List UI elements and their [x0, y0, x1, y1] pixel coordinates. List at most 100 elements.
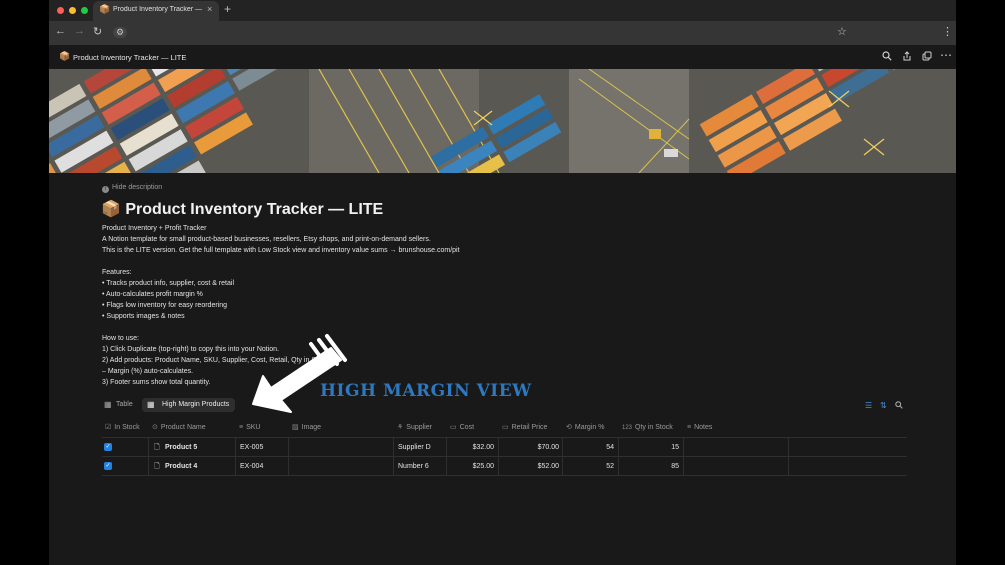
column-label: Qty in Stock: [635, 424, 673, 431]
description-line: Product Inventory + Profit Tracker: [102, 225, 207, 232]
sku-cell[interactable]: EX-005: [240, 438, 263, 457]
tab-bar: 📦 Product Inventory Tracker — ... × +: [49, 0, 956, 21]
info-icon: i: [102, 186, 109, 193]
hide-description-label: Hide description: [112, 184, 163, 191]
forward-icon[interactable]: →: [74, 25, 85, 37]
share-icon[interactable]: [902, 51, 912, 64]
margin-cell[interactable]: 52: [566, 457, 614, 476]
search-icon[interactable]: [895, 401, 903, 411]
description-line: This is the LITE version. Get the full t…: [102, 247, 460, 254]
tab-table-view[interactable]: ▦ Table: [102, 398, 133, 412]
supplier-icon: ⚘: [397, 424, 404, 431]
table-row[interactable]: ✓ 🗋 Product 5 EX-005 Supplier D $32.00 $…: [102, 438, 907, 457]
reload-icon[interactable]: ↻: [93, 25, 102, 38]
view-label: Table: [116, 401, 133, 408]
column-label: Cost: [459, 424, 475, 431]
page-title-text[interactable]: Product Inventory Tracker — LITE: [125, 201, 383, 218]
column-header-supplier[interactable]: ⚘ Supplier: [394, 419, 432, 437]
column-label: Product Name: [160, 424, 206, 431]
column-header-product-name[interactable]: ⊙ Product Name: [149, 419, 206, 437]
column-label: Image: [301, 424, 322, 431]
column-label: SKU: [246, 424, 261, 431]
package-icon[interactable]: 📦: [101, 201, 121, 218]
cost-cell[interactable]: $32.00: [450, 438, 494, 457]
column-header-margin[interactable]: ⟲ Margin %: [563, 419, 604, 437]
image-icon: ▨: [292, 424, 299, 431]
package-icon: 📦: [99, 4, 111, 14]
site-info-icon[interactable]: ⚙: [113, 27, 128, 38]
column-header-notes[interactable]: ≡ Notes: [684, 419, 712, 437]
table-row[interactable]: ✓ 🗋 Product 4 EX-004 Number 6 $25.00 $52…: [102, 457, 907, 476]
sku-cell[interactable]: EX-004: [240, 457, 263, 476]
margin-cell[interactable]: 54: [566, 438, 614, 457]
cover-image: [49, 69, 956, 173]
qty-cell[interactable]: 15: [622, 438, 679, 457]
number-icon: ▭: [502, 424, 509, 431]
bookmark-star-icon[interactable]: ☆: [837, 25, 847, 38]
maximize-window-button[interactable]: [81, 7, 88, 14]
supplier-cell[interactable]: Supplier D: [398, 438, 431, 457]
column-header-qty-in-stock[interactable]: 123 Qty in Stock: [619, 419, 673, 437]
filter-icon[interactable]: ☰: [865, 401, 872, 410]
browser-menu-icon[interactable]: ⋮: [942, 25, 953, 38]
page-title[interactable]: 📦 Product Inventory Tracker — LITE: [101, 199, 383, 219]
description-line: • Auto-calculates profit margin %: [102, 291, 203, 298]
retail-price-cell[interactable]: $52.00: [502, 457, 559, 476]
table-icon: ▦: [147, 400, 155, 409]
number-type-icon: 123: [622, 425, 633, 431]
close-window-button[interactable]: [57, 7, 64, 14]
column-label: Retail Price: [511, 424, 548, 431]
column-header-cost[interactable]: ▭ Cost: [447, 419, 474, 437]
description-line: • Supports images & notes: [102, 313, 185, 320]
column-header-image[interactable]: ▨ Image: [289, 419, 321, 437]
product-name-cell[interactable]: Product 4: [165, 457, 197, 476]
new-tab-button[interactable]: +: [224, 2, 231, 16]
retail-price-cell[interactable]: $70.00: [502, 438, 559, 457]
back-icon[interactable]: ←: [55, 25, 66, 37]
sort-icon[interactable]: ⇅: [880, 401, 887, 410]
text-icon: ≡: [687, 424, 692, 431]
supplier-cell[interactable]: Number 6: [398, 457, 429, 476]
view-label: High Margin Products: [162, 401, 230, 408]
browser-window: 📦 Product Inventory Tracker — ... × + ← …: [49, 0, 956, 565]
close-tab-icon[interactable]: ×: [207, 4, 212, 14]
number-icon: ▭: [450, 424, 457, 431]
description-line: A Notion template for small product-base…: [102, 236, 431, 243]
in-stock-checkbox[interactable]: ✓: [104, 462, 112, 470]
navigation-bar: ← → ↻ ⚙ ☆ ⋮: [49, 21, 956, 45]
hide-description-button[interactable]: i Hide description: [102, 184, 162, 193]
tab-title: Product Inventory Tracker — ...: [113, 6, 203, 13]
qty-cell[interactable]: 85: [622, 457, 679, 476]
description-line: Features:: [102, 269, 132, 276]
package-icon: 📦: [59, 51, 71, 61]
cost-cell[interactable]: $25.00: [450, 457, 494, 476]
search-icon[interactable]: [882, 51, 892, 64]
description-line: [102, 256, 602, 267]
column-label: In Stock: [114, 424, 140, 431]
page-icon: 🗋: [154, 463, 160, 470]
column-label: Margin %: [574, 424, 605, 431]
product-name-cell[interactable]: Product 5: [165, 438, 197, 457]
shipping-containers-image: [49, 69, 956, 173]
column-label: Notes: [694, 424, 713, 431]
description-line: • Flags low inventory for easy reorderin…: [102, 302, 228, 309]
text-icon: ≡: [239, 424, 244, 431]
breadcrumb-title[interactable]: Product Inventory Tracker — LITE: [73, 53, 186, 62]
overlay-headline: HIGH MARGIN VIEW: [320, 381, 532, 401]
page-icon: 🗋: [154, 444, 160, 451]
checkbox-icon: ☑: [105, 424, 112, 431]
browser-tab[interactable]: 📦 Product Inventory Tracker — ... ×: [93, 1, 219, 21]
column-header-retail-price[interactable]: ▭ Retail Price: [499, 419, 547, 437]
duplicate-icon[interactable]: [922, 51, 932, 64]
tab-high-margin-products[interactable]: ▦ High Margin Products: [142, 398, 236, 412]
pointer-arrow-icon: [252, 334, 347, 413]
column-header-in-stock[interactable]: ☑ In Stock: [102, 419, 140, 437]
formula-icon: ⟲: [566, 424, 572, 431]
description-line: • Tracks product info, supplier, cost & …: [102, 280, 235, 287]
minimize-window-button[interactable]: [69, 7, 76, 14]
column-header-sku[interactable]: ≡ SKU: [236, 419, 261, 437]
table-icon: ▦: [104, 400, 112, 409]
notion-topbar: 📦 Product Inventory Tracker — LITE ⋯: [49, 45, 956, 69]
more-icon[interactable]: ⋯: [940, 48, 952, 62]
in-stock-checkbox[interactable]: ✓: [104, 443, 112, 451]
